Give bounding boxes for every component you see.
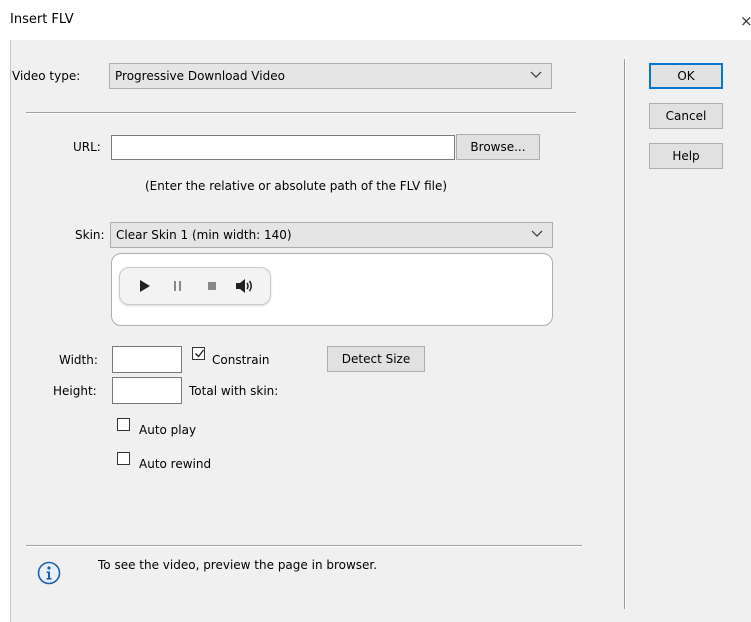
skin-controls-preview bbox=[119, 267, 271, 305]
chevron-down-icon bbox=[531, 230, 543, 237]
constrain-checkbox[interactable] bbox=[192, 347, 205, 360]
video-type-value: Progressive Download Video bbox=[115, 69, 285, 83]
info-text: To see the video, preview the page in br… bbox=[98, 558, 378, 572]
url-label: URL: bbox=[73, 140, 101, 154]
video-type-select[interactable]: Progressive Download Video bbox=[109, 63, 552, 89]
width-input[interactable] bbox=[112, 346, 182, 373]
separator-bottom bbox=[26, 545, 582, 547]
pause-icon bbox=[174, 281, 181, 291]
dialog-body bbox=[10, 40, 751, 622]
constrain-label[interactable]: Constrain bbox=[212, 353, 270, 367]
help-button[interactable]: Help bbox=[649, 143, 723, 169]
volume-icon bbox=[236, 279, 253, 293]
height-input[interactable] bbox=[112, 377, 182, 404]
height-label: Height: bbox=[53, 384, 97, 398]
browse-button[interactable]: Browse... bbox=[456, 134, 540, 160]
stop-icon bbox=[208, 282, 216, 290]
url-hint: (Enter the relative or absolute path of … bbox=[145, 179, 448, 193]
auto-rewind-checkbox[interactable] bbox=[117, 452, 130, 465]
title-bar bbox=[0, 0, 751, 40]
dialog-title: Insert FLV bbox=[10, 12, 74, 27]
close-icon[interactable]: × bbox=[740, 12, 751, 30]
info-icon bbox=[37, 561, 61, 585]
auto-play-checkbox[interactable] bbox=[117, 418, 130, 431]
cancel-button[interactable]: Cancel bbox=[649, 103, 723, 129]
url-input[interactable] bbox=[111, 135, 455, 160]
auto-rewind-label[interactable]: Auto rewind bbox=[139, 457, 211, 471]
play-icon bbox=[140, 280, 150, 292]
skin-select[interactable]: Clear Skin 1 (min width: 140) bbox=[110, 222, 553, 248]
auto-play-label[interactable]: Auto play bbox=[139, 423, 196, 437]
ok-button[interactable]: OK bbox=[649, 63, 723, 89]
width-label: Width: bbox=[59, 353, 98, 367]
skin-value: Clear Skin 1 (min width: 140) bbox=[116, 228, 292, 242]
detect-size-button[interactable]: Detect Size bbox=[327, 346, 425, 372]
total-with-skin-label: Total with skin: bbox=[189, 384, 279, 398]
skin-label: Skin: bbox=[75, 228, 105, 242]
video-type-label: Video type: bbox=[12, 69, 81, 83]
button-column-separator bbox=[624, 59, 626, 609]
checkmark-icon bbox=[195, 349, 205, 358]
chevron-down-icon bbox=[530, 71, 542, 78]
separator-top bbox=[26, 112, 576, 114]
